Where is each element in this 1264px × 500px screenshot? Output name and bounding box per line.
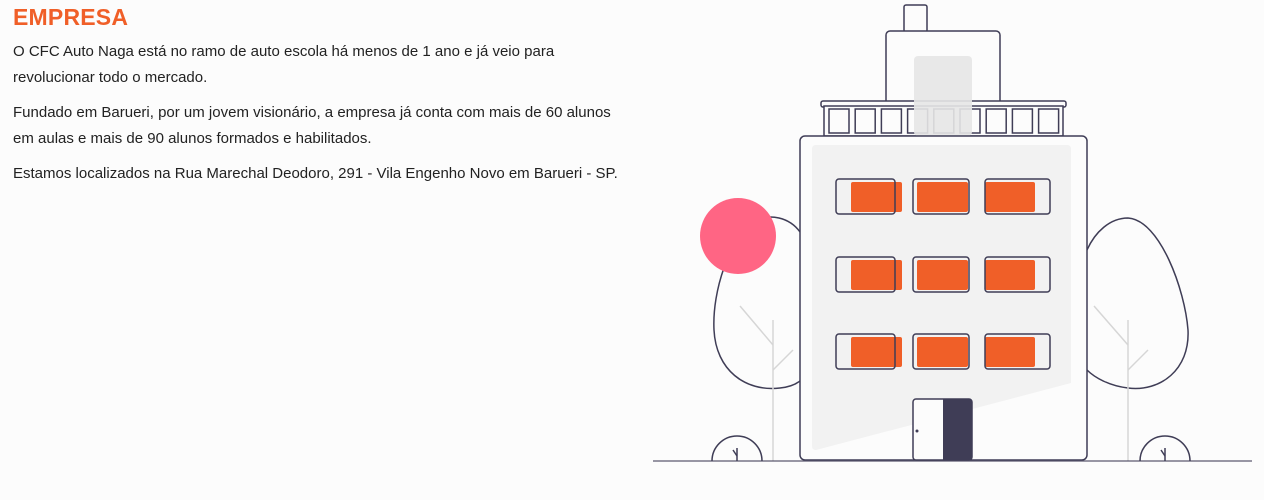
building-illustration <box>653 4 1252 462</box>
parapet-slot <box>854 108 876 134</box>
window-light <box>917 337 968 367</box>
parapet-slot <box>985 108 1007 134</box>
parapet-slot <box>828 108 850 134</box>
window-light <box>917 260 968 290</box>
window-light <box>985 260 1035 290</box>
parapet-slot <box>1037 108 1060 134</box>
window-light <box>985 337 1035 367</box>
window-light <box>917 182 968 212</box>
window-light <box>985 182 1035 212</box>
parapet-slot <box>1011 108 1034 134</box>
sun-icon <box>700 198 776 274</box>
right-tree-icon <box>1086 217 1189 390</box>
parapet-slot <box>880 108 903 134</box>
